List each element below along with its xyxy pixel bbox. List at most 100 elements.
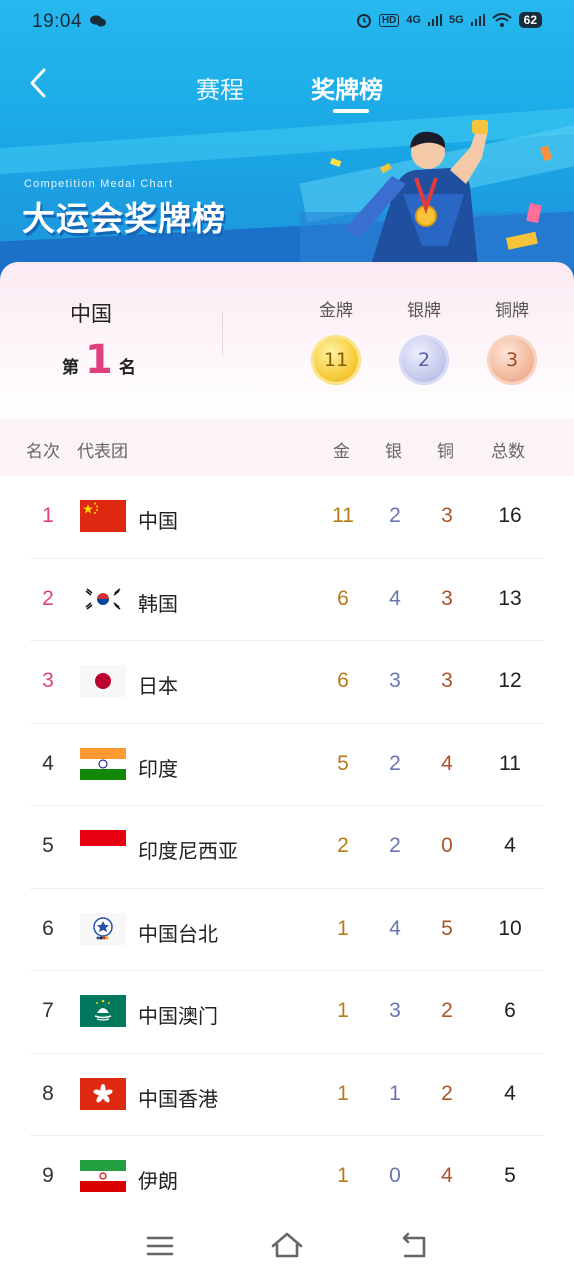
- row-bronze: 5: [441, 916, 453, 940]
- gold-medal-label: 金牌: [319, 301, 353, 321]
- row-gold: 11: [332, 504, 354, 527]
- table-row[interactable]: 4 印度 5 2 4 11: [0, 724, 574, 807]
- indonesia-flag-icon: [80, 830, 126, 862]
- network-5g-label: 5G: [448, 14, 464, 26]
- silver-medal-summary: 银牌 2: [394, 296, 454, 385]
- row-total: 4: [504, 834, 516, 857]
- row-gold: 1: [337, 1081, 349, 1105]
- table-row[interactable]: 7 中国澳门 1 3 2 6: [0, 971, 574, 1054]
- active-tab-indicator: [333, 109, 369, 113]
- silver-medal-count: 2: [417, 349, 431, 371]
- row-team-name: 日本: [138, 674, 178, 698]
- banner-title: 大运会奖牌榜: [22, 199, 226, 238]
- header-total: 总数: [491, 442, 525, 462]
- row-total: 16: [498, 504, 522, 527]
- rank-suffix: 名: [118, 358, 136, 378]
- summary-rank: 第 1 名: [62, 340, 136, 380]
- row-rank: 7: [42, 999, 54, 1022]
- china-flag-icon: [80, 500, 126, 532]
- row-team-name: 伊朗: [138, 1169, 178, 1193]
- row-rank: 1: [42, 504, 54, 527]
- row-rank: 5: [42, 834, 54, 857]
- silver-medal-label: 银牌: [407, 301, 441, 321]
- table-row[interactable]: 5 印度尼西亚 2 2 0 4: [0, 806, 574, 889]
- hong-kong-flag-icon: [80, 1077, 126, 1110]
- athlete-illustration: [300, 120, 574, 268]
- row-rank: 6: [42, 916, 54, 940]
- bronze-medal-icon: 3: [487, 335, 537, 385]
- menu-icon[interactable]: [140, 1228, 180, 1264]
- row-gold: 6: [337, 669, 349, 692]
- row-silver: 2: [389, 751, 401, 775]
- iran-flag-icon: [80, 1160, 126, 1192]
- row-silver: 2: [389, 834, 401, 857]
- tab-medal-table[interactable]: 奖牌榜: [311, 70, 383, 105]
- row-bronze: 3: [441, 669, 453, 692]
- row-silver: 4: [389, 586, 401, 610]
- row-bronze: 4: [441, 751, 453, 775]
- row-total: 6: [504, 999, 516, 1022]
- row-silver: 1: [389, 1081, 401, 1105]
- signal-icon: [470, 14, 485, 26]
- row-gold: 1: [337, 999, 349, 1022]
- status-bar: 19:04 HD 4G 5G 62: [0, 0, 574, 44]
- tab-schedule[interactable]: 赛程: [196, 70, 244, 105]
- row-total: 12: [498, 669, 522, 692]
- japan-flag-icon: [80, 665, 126, 697]
- row-rank: 9: [42, 1164, 54, 1187]
- rank-number: 1: [85, 337, 113, 383]
- row-silver: 3: [389, 669, 401, 692]
- chinese-taipei-flag-icon: [80, 912, 126, 945]
- header-gold: 金: [333, 442, 350, 462]
- signal-icon: [427, 14, 442, 26]
- row-rank: 8: [42, 1081, 54, 1105]
- row-silver: 4: [389, 916, 401, 940]
- row-silver: 0: [389, 1164, 401, 1187]
- korea-flag-icon: [80, 582, 126, 615]
- header-rank: 名次: [26, 442, 60, 462]
- gold-medal-icon: 11: [311, 335, 361, 385]
- bronze-medal-summary: 铜牌 3: [482, 296, 542, 385]
- home-icon[interactable]: [267, 1228, 307, 1264]
- status-time: 19:04: [32, 11, 83, 32]
- banner-subtitle: Competition Medal Chart: [24, 178, 174, 190]
- summary-divider: [222, 312, 223, 356]
- wechat-icon: [90, 15, 106, 27]
- row-silver: 2: [389, 504, 401, 527]
- row-team-name: 印度尼西亚: [138, 839, 238, 863]
- status-indicators: HD 4G 5G 62: [356, 12, 542, 28]
- alarm-icon: [356, 14, 371, 28]
- row-team-name: 韩国: [138, 591, 178, 616]
- battery-indicator: 62: [518, 12, 542, 28]
- table-row[interactable]: 8 中国香港 1 1 2 4: [0, 1054, 574, 1137]
- table-row[interactable]: 3 日本 6 3 3 12: [0, 641, 574, 724]
- row-total: 13: [498, 586, 522, 610]
- row-team-name: 中国台北: [138, 921, 218, 946]
- row-gold: 6: [337, 586, 349, 610]
- hd-badge: HD: [378, 13, 400, 27]
- macao-flag-icon: [80, 995, 126, 1027]
- row-gold: 5: [337, 751, 349, 775]
- row-team-name: 中国香港: [138, 1086, 218, 1111]
- back-arrow-icon[interactable]: [24, 64, 54, 102]
- table-row[interactable]: 6 中国台北 1 4 5 10: [0, 889, 574, 972]
- header-banner: 19:04 HD 4G 5G 62 赛程 奖牌榜 Competition Med…: [0, 0, 574, 292]
- rank-prefix: 第: [62, 358, 79, 378]
- table-row[interactable]: 1 中国 11 2 3 16: [0, 476, 574, 559]
- row-total: 5: [504, 1164, 516, 1187]
- row-bronze: 0: [441, 834, 453, 857]
- row-bronze: 4: [441, 1164, 453, 1187]
- country-summary-card: 中国 第 1 名 金牌 11 银牌 2 铜牌 3: [0, 262, 574, 420]
- row-team-name: 中国: [138, 509, 178, 533]
- row-total: 11: [499, 751, 521, 775]
- row-bronze: 3: [441, 586, 453, 610]
- table-row[interactable]: 9 伊朗 1 0 4 5: [0, 1136, 574, 1219]
- back-icon[interactable]: [394, 1228, 434, 1264]
- row-total: 10: [498, 916, 522, 940]
- header-bronze: 铜: [437, 442, 454, 462]
- table-row[interactable]: 2 韩国 6 4 3 13: [0, 559, 574, 642]
- row-total: 4: [504, 1081, 516, 1105]
- bronze-medal-count: 3: [505, 349, 519, 371]
- row-team-name: 中国澳门: [138, 1004, 218, 1028]
- medal-table-header: 名次 代表团 金 银 铜 总数: [0, 418, 574, 476]
